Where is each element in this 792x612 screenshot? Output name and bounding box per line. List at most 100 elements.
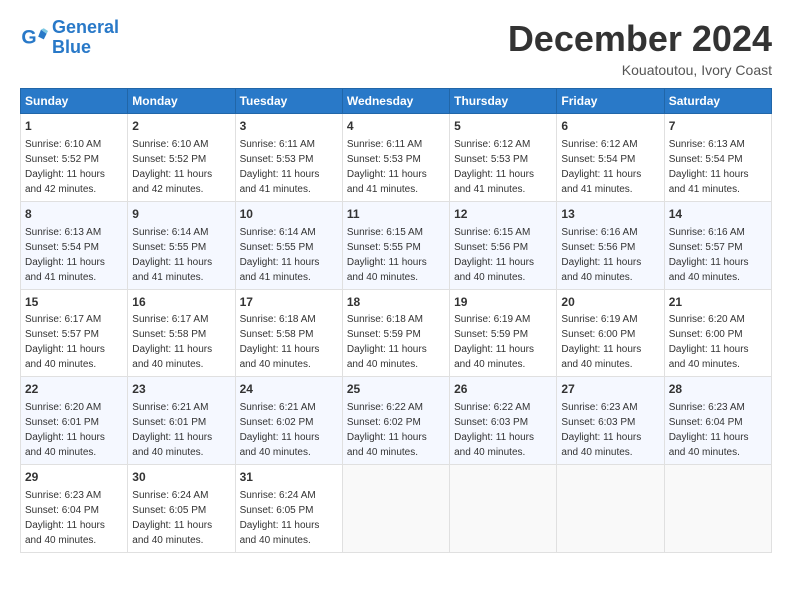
sunset-text: Sunset: 6:00 PM: [669, 329, 743, 340]
day-number: 13: [561, 206, 659, 223]
sunrise-text: Sunrise: 6:14 AM: [132, 227, 208, 238]
sunset-text: Sunset: 5:58 PM: [132, 329, 206, 340]
calendar-cell: 25Sunrise: 6:22 AMSunset: 6:02 PMDayligh…: [342, 377, 449, 465]
daylight-label: Daylight: 11 hours and 40 minutes.: [561, 432, 641, 458]
calendar-cell: 11Sunrise: 6:15 AMSunset: 5:55 PMDayligh…: [342, 201, 449, 289]
calendar-cell: 12Sunrise: 6:15 AMSunset: 5:56 PMDayligh…: [450, 201, 557, 289]
day-number: 12: [454, 206, 552, 223]
daylight-label: Daylight: 11 hours and 40 minutes.: [561, 257, 641, 283]
day-number: 24: [240, 381, 338, 398]
sunrise-text: Sunrise: 6:19 AM: [454, 314, 530, 325]
sunrise-text: Sunrise: 6:18 AM: [347, 314, 423, 325]
calendar-cell: 4Sunrise: 6:11 AMSunset: 5:53 PMDaylight…: [342, 114, 449, 202]
header-cell-thursday: Thursday: [450, 89, 557, 114]
sunrise-text: Sunrise: 6:11 AM: [240, 139, 315, 150]
calendar-cell: 3Sunrise: 6:11 AMSunset: 5:53 PMDaylight…: [235, 114, 342, 202]
day-number: 9: [132, 206, 230, 223]
sunrise-text: Sunrise: 6:17 AM: [25, 314, 101, 325]
day-number: 25: [347, 381, 445, 398]
sunrise-text: Sunrise: 6:24 AM: [132, 490, 208, 501]
week-row-2: 8Sunrise: 6:13 AMSunset: 5:54 PMDaylight…: [21, 201, 772, 289]
daylight-label: Daylight: 11 hours and 40 minutes.: [25, 520, 105, 546]
day-number: 31: [240, 469, 338, 486]
calendar-cell: 2 Sunrise: 6:10 AM Sunset: 5:52 PM Daylight…: [128, 114, 235, 202]
daylight-label: Daylight: 11 hours and 40 minutes.: [240, 432, 320, 458]
daylight-label: Daylight: 11 hours and 40 minutes.: [240, 520, 320, 546]
location: Kouatoutou, Ivory Coast: [508, 62, 772, 78]
day-number: 4: [347, 118, 445, 135]
day-number: 20: [561, 294, 659, 311]
calendar-cell: 15Sunrise: 6:17 AMSunset: 5:57 PMDayligh…: [21, 289, 128, 377]
sunset-text: Sunset: 6:04 PM: [669, 417, 743, 428]
sunrise-text: Sunrise: 6:10 AM: [132, 139, 208, 150]
day-number: 15: [25, 294, 123, 311]
day-number: 26: [454, 381, 552, 398]
sunset-text: Sunset: 5:57 PM: [669, 242, 743, 253]
day-number: 18: [347, 294, 445, 311]
sunrise-text: Sunrise: 6:21 AM: [240, 402, 316, 413]
sunset-text: Sunset: 6:04 PM: [25, 505, 99, 516]
day-number: 6: [561, 118, 659, 135]
daylight-label: Daylight: 11 hours and 41 minutes.: [25, 257, 105, 283]
week-row-4: 22Sunrise: 6:20 AMSunset: 6:01 PMDayligh…: [21, 377, 772, 465]
calendar-cell: [664, 465, 771, 553]
calendar-cell: 8Sunrise: 6:13 AMSunset: 5:54 PMDaylight…: [21, 201, 128, 289]
sunset-text: Sunset: 6:02 PM: [347, 417, 421, 428]
sunrise-text: Sunrise: 6:20 AM: [669, 314, 745, 325]
calendar-cell: 17Sunrise: 6:18 AMSunset: 5:58 PMDayligh…: [235, 289, 342, 377]
day-number: 16: [132, 294, 230, 311]
sunset-text: Sunset: 5:53 PM: [240, 154, 314, 165]
logo-text: General Blue: [52, 18, 119, 58]
sunset-text: Sunset: 5:59 PM: [454, 329, 528, 340]
sunrise-text: Sunrise: 6:16 AM: [669, 227, 745, 238]
calendar-cell: 30Sunrise: 6:24 AMSunset: 6:05 PMDayligh…: [128, 465, 235, 553]
calendar-cell: 28Sunrise: 6:23 AMSunset: 6:04 PMDayligh…: [664, 377, 771, 465]
calendar-cell: 1Sunrise: 6:10 AMSunset: 5:52 PMDaylight…: [21, 114, 128, 202]
day-number: 22: [25, 381, 123, 398]
sunset-text: Sunset: 5:59 PM: [347, 329, 421, 340]
daylight-label: Daylight: 11 hours and 40 minutes.: [454, 257, 534, 283]
header: G General Blue December 2024 Kouatoutou,…: [20, 18, 772, 78]
week-row-1: 1Sunrise: 6:10 AMSunset: 5:52 PMDaylight…: [21, 114, 772, 202]
calendar-cell: [342, 465, 449, 553]
sunrise-text: Sunrise: 6:17 AM: [132, 314, 208, 325]
sunrise-text: Sunrise: 6:15 AM: [347, 227, 423, 238]
daylight-label: Daylight: 11 hours and 40 minutes.: [669, 257, 749, 283]
sunrise-text: Sunrise: 6:10 AM: [25, 139, 101, 150]
day-number: 2: [132, 118, 230, 135]
sunrise-text: Sunrise: 6:18 AM: [240, 314, 316, 325]
daylight-label: Daylight: 11 hours and 40 minutes.: [669, 432, 749, 458]
day-number: 3: [240, 118, 338, 135]
daylight-label: Daylight: 11 hours and 41 minutes.: [347, 169, 427, 195]
daylight-label: Daylight: 11 hours and 40 minutes.: [132, 344, 212, 370]
calendar-cell: 14Sunrise: 6:16 AMSunset: 5:57 PMDayligh…: [664, 201, 771, 289]
daylight-label: Daylight: 11 hours and 40 minutes.: [347, 257, 427, 283]
header-cell-friday: Friday: [557, 89, 664, 114]
sunset-text: Sunset: 6:01 PM: [25, 417, 99, 428]
sunrise-text: Sunrise: 6:12 AM: [454, 139, 530, 150]
calendar-cell: 29Sunrise: 6:23 AMSunset: 6:04 PMDayligh…: [21, 465, 128, 553]
day-number: 5: [454, 118, 552, 135]
sunset-text: Sunset: 6:02 PM: [240, 417, 314, 428]
sunset-text: Sunset: 5:52 PM: [132, 154, 206, 165]
daylight-label: Daylight: 11 hours and 40 minutes.: [454, 344, 534, 370]
calendar-cell: 18Sunrise: 6:18 AMSunset: 5:59 PMDayligh…: [342, 289, 449, 377]
daylight-label: Daylight: 11 hours and 40 minutes.: [561, 344, 641, 370]
day-number: 29: [25, 469, 123, 486]
calendar-cell: 26Sunrise: 6:22 AMSunset: 6:03 PMDayligh…: [450, 377, 557, 465]
sunset-text: Sunset: 6:03 PM: [454, 417, 528, 428]
day-number: 23: [132, 381, 230, 398]
sunset-text: Sunset: 5:58 PM: [240, 329, 314, 340]
sunrise-text: Sunrise: 6:11 AM: [347, 139, 422, 150]
sunrise-text: Sunrise: 6:19 AM: [561, 314, 637, 325]
sunrise-text: Sunrise: 6:23 AM: [561, 402, 637, 413]
sunset-text: Sunset: 6:05 PM: [132, 505, 206, 516]
page: G General Blue December 2024 Kouatoutou,…: [0, 0, 792, 612]
sunset-text: Sunset: 5:55 PM: [240, 242, 314, 253]
daylight-label: Daylight: 11 hours and 41 minutes.: [561, 169, 641, 195]
daylight-label: Daylight: 11 hours and 42 minutes.: [132, 169, 212, 195]
sunrise-text: Sunrise: 6:24 AM: [240, 490, 316, 501]
calendar-cell: 19Sunrise: 6:19 AMSunset: 5:59 PMDayligh…: [450, 289, 557, 377]
sunset-text: Sunset: 6:01 PM: [132, 417, 206, 428]
day-number: 21: [669, 294, 767, 311]
